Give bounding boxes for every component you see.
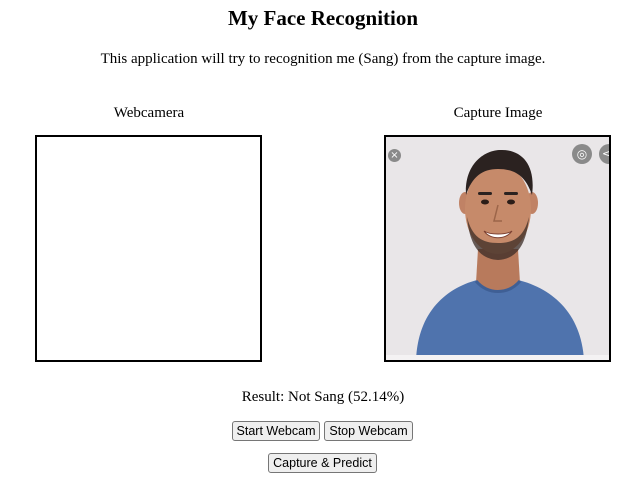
capture-label: Capture Image: [453, 105, 543, 121]
stop-webcam-button[interactable]: Stop Webcam: [324, 421, 413, 441]
capture-image: × ◎ <: [384, 135, 611, 362]
close-icon: ×: [388, 149, 401, 162]
capture-predict-button[interactable]: Capture & Predict: [268, 453, 377, 473]
lens-search-icon: ◎: [572, 144, 592, 164]
page-title: My Face Recognition: [227, 6, 419, 30]
webcam-video: [35, 135, 262, 362]
start-webcam-button[interactable]: Start Webcam: [232, 421, 320, 441]
captured-photo: [386, 137, 609, 360]
result-text: Result: Not Sang (52.14%): [241, 389, 405, 405]
webcam-label: Webcamera: [113, 105, 185, 121]
page-description: This application will try to recognition…: [100, 51, 546, 67]
